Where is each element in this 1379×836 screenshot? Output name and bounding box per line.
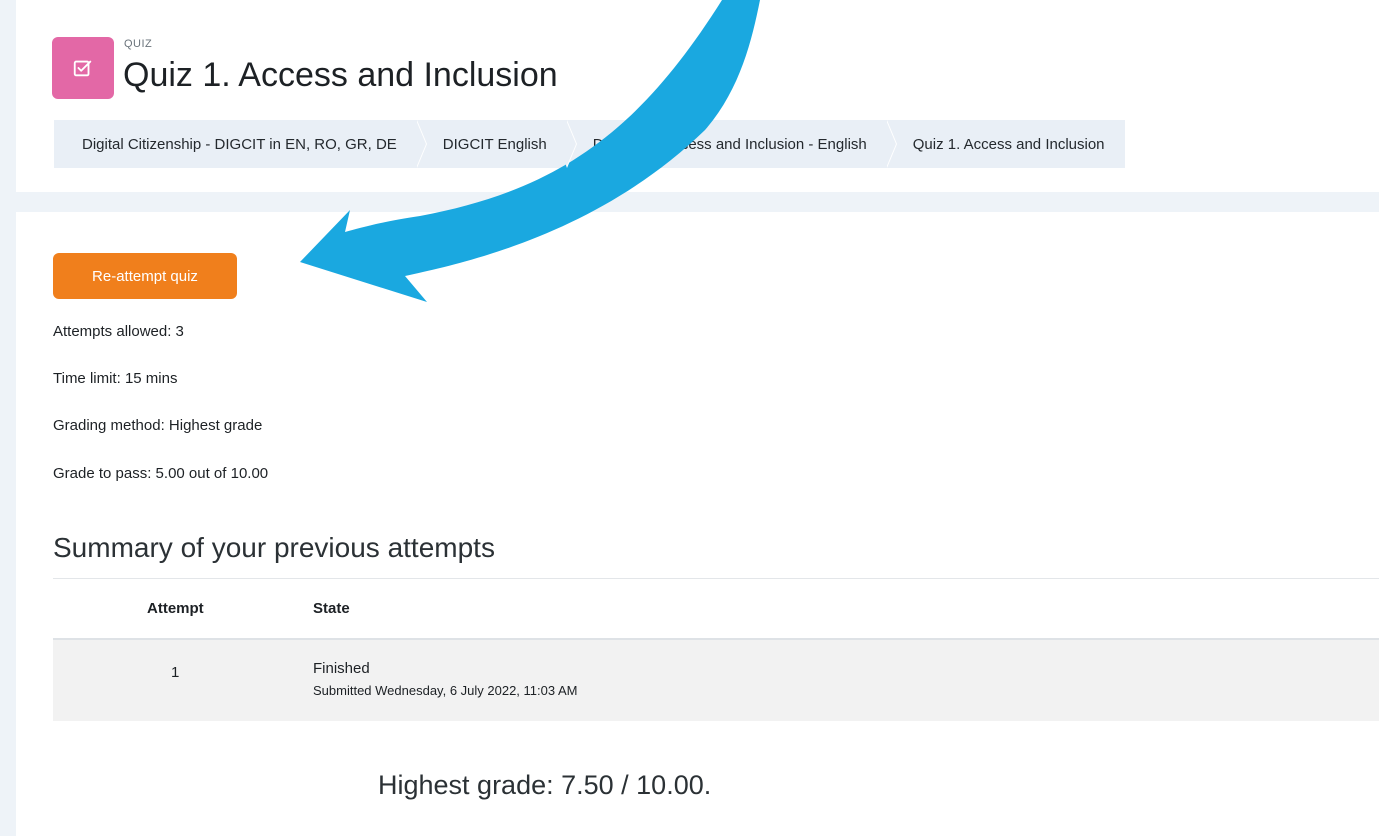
attempt-submitted-date: Submitted Wednesday, 6 July 2022, 11:03 … [313,682,578,698]
attempt-state: Finished [313,659,370,677]
breadcrumb-label: Digital Citizenship - DIGCIT in EN, RO, … [82,135,397,153]
breadcrumb-label: DIGCIT 1. Access and Inclusion - English [592,135,867,153]
breadcrumb-separator [565,120,577,168]
activity-type-label: QUIZ [124,38,153,50]
page: QUIZ Quiz 1. Access and Inclusion Digita… [0,0,1379,836]
column-header-state: State [313,578,1379,640]
breadcrumb: Digital Citizenship - DIGCIT in EN, RO, … [54,120,1125,168]
table-row: 1 Finished Submitted Wednesday, 6 July 2… [53,638,1379,721]
breadcrumb-item-topic[interactable]: DIGCIT 1. Access and Inclusion - English [567,120,897,168]
column-header-attempt: Attempt [53,578,313,640]
page-title: Quiz 1. Access and Inclusion [123,56,558,94]
breadcrumb-separator [885,120,897,168]
grading-method: Grading method: Highest grade [53,417,263,434]
main-content [16,212,1379,836]
grade-to-pass: Grade to pass: 5.00 out of 10.00 [53,465,269,482]
breadcrumb-separator [415,120,427,168]
breadcrumb-item-current: Quiz 1. Access and Inclusion [887,120,1125,168]
attempt-number: 1 [171,663,180,681]
highest-grade: Highest grade: 7.50 / 10.00. [378,770,712,800]
attempts-table: Attempt State 1 Finished Submitted Wedne… [53,578,1379,721]
attempt-state-cell: Finished Submitted Wednesday, 6 July 202… [313,639,1379,721]
quiz-activity-icon [52,37,114,99]
breadcrumb-label: Quiz 1. Access and Inclusion [912,135,1105,153]
summary-heading: Summary of your previous attempts [53,532,495,563]
checkbox-edit-icon [73,60,92,77]
table-header-row: Attempt State [53,578,1379,640]
breadcrumb-label: DIGCIT English [442,135,547,153]
breadcrumb-item-section[interactable]: DIGCIT English [417,120,577,168]
time-limit: Time limit: 15 mins [53,370,178,387]
attempts-allowed: Attempts allowed: 3 [53,323,184,340]
reattempt-quiz-button[interactable]: Re-attempt quiz [53,253,237,299]
breadcrumb-item-course[interactable]: Digital Citizenship - DIGCIT in EN, RO, … [54,120,427,168]
